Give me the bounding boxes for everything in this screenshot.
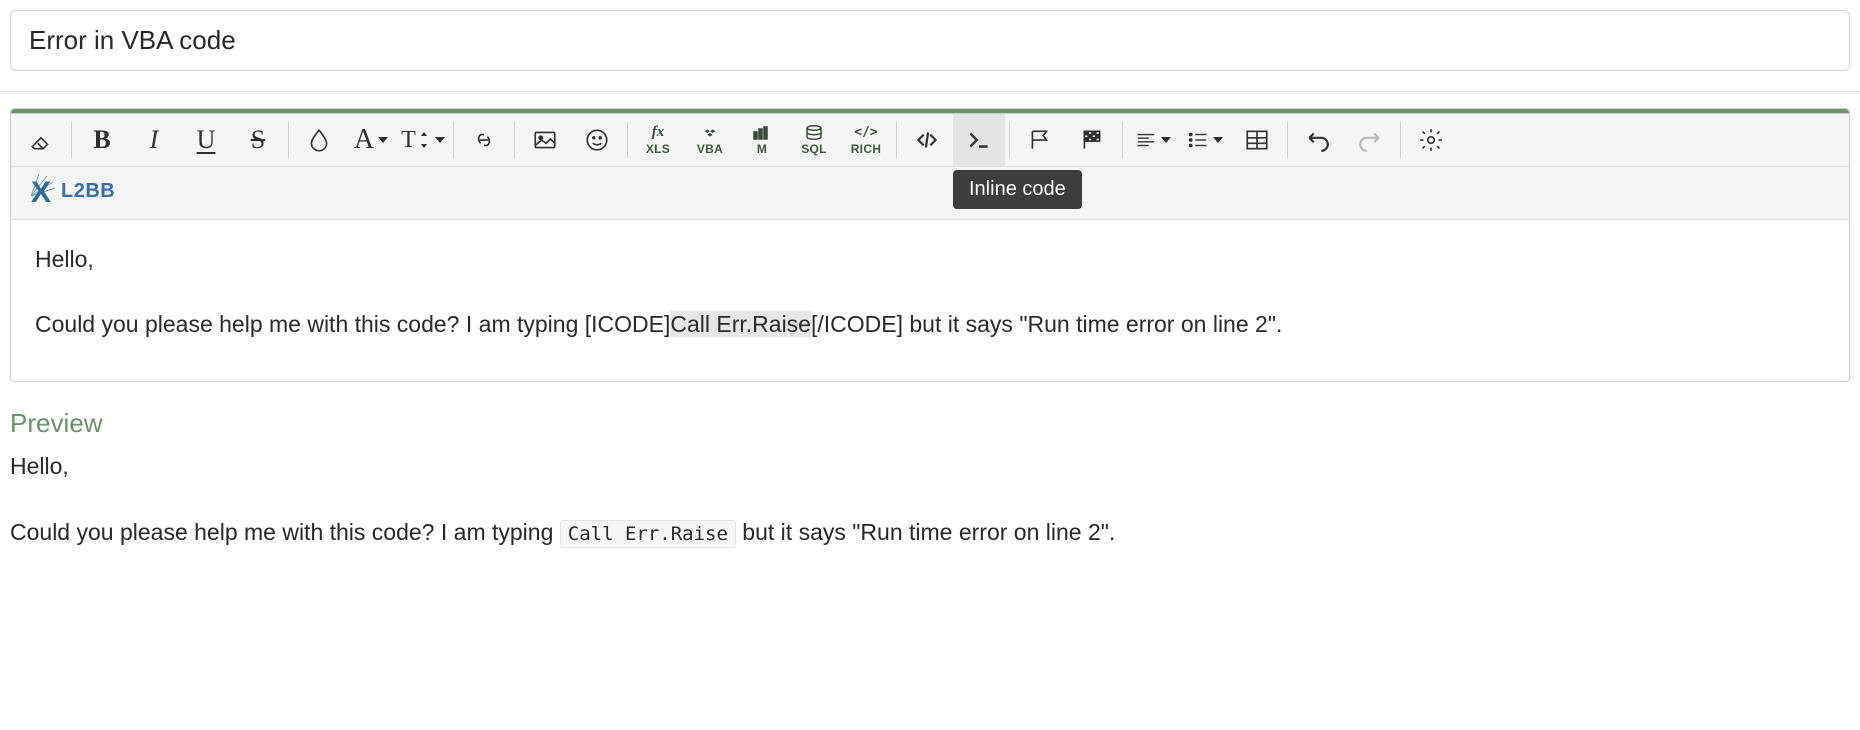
eraser-icon xyxy=(28,127,54,153)
preview-line: Could you please help me with this code?… xyxy=(10,515,1850,551)
chevron-down-icon xyxy=(1213,137,1223,143)
rich-text-editor: B I U S A T fx XLS xyxy=(10,108,1850,382)
list-button[interactable] xyxy=(1179,114,1231,166)
image-icon xyxy=(532,127,558,153)
bold-icon: B xyxy=(93,125,110,155)
remove-formatting-button[interactable] xyxy=(15,114,67,166)
toolbar-separator xyxy=(288,122,289,158)
inline-code-sample: Call Err.Raise xyxy=(560,520,736,548)
fx-icon: fx xyxy=(649,125,667,141)
toolbar-separator xyxy=(514,122,515,158)
underline-icon: U xyxy=(197,125,216,155)
bars-icon xyxy=(753,125,771,141)
alignment-button[interactable] xyxy=(1127,114,1179,166)
toolbar-separator xyxy=(1009,122,1010,158)
code-brackets-icon: </> xyxy=(857,125,875,141)
editor-toolbar: B I U S A T fx XLS xyxy=(11,114,1849,167)
font-size-button[interactable]: T xyxy=(397,114,449,166)
terminal-icon xyxy=(966,127,992,153)
checkered-flag-icon xyxy=(1079,127,1105,153)
selected-text: Call Err.Raise xyxy=(670,311,811,337)
tooltip: Inline code xyxy=(953,170,1082,209)
vba-format-button[interactable]: VBA xyxy=(684,114,736,166)
code-block-button[interactable] xyxy=(901,114,953,166)
database-icon xyxy=(805,125,823,141)
toolbar-separator xyxy=(627,122,628,158)
insert-image-button[interactable] xyxy=(519,114,571,166)
up-down-arrows-icon xyxy=(417,130,431,150)
gear-icon xyxy=(1418,127,1444,153)
chevron-down-icon xyxy=(378,137,388,143)
xl2bb-label: L2BB xyxy=(61,180,115,203)
m-format-button[interactable]: M xyxy=(736,114,788,166)
chevron-down-icon xyxy=(1161,137,1171,143)
align-left-icon xyxy=(1135,127,1157,153)
sql-format-button[interactable]: SQL xyxy=(788,114,840,166)
toolbar-separator xyxy=(71,122,72,158)
strikethrough-icon: S xyxy=(251,125,265,155)
droplet-icon xyxy=(306,127,332,153)
smile-icon xyxy=(584,127,610,153)
editor-line: Could you please help me with this code?… xyxy=(35,307,1825,342)
table-icon xyxy=(1244,127,1270,153)
cubes-icon xyxy=(701,125,719,141)
insert-table-button[interactable] xyxy=(1231,114,1283,166)
undo-icon xyxy=(1305,127,1331,153)
toolbar-separator xyxy=(453,122,454,158)
editor-textarea[interactable]: Hello, Could you please help me with thi… xyxy=(11,220,1849,381)
xl2bb-icon: X xyxy=(31,174,65,208)
insert-emoji-button[interactable] xyxy=(571,114,623,166)
bold-button[interactable]: B xyxy=(76,114,128,166)
toolbar-separator xyxy=(1400,122,1401,158)
redo-icon xyxy=(1357,127,1383,153)
font-size-icon: T xyxy=(401,127,416,154)
undo-button[interactable] xyxy=(1292,114,1344,166)
thread-title-input[interactable] xyxy=(10,10,1850,71)
list-icon xyxy=(1187,127,1209,153)
checkered-flag-button[interactable] xyxy=(1066,114,1118,166)
inline-code-button[interactable]: Inline code xyxy=(953,114,1005,166)
underline-button[interactable]: U xyxy=(180,114,232,166)
toolbar-separator xyxy=(1122,122,1123,158)
editor-toolbar-row-2: X L2BB xyxy=(11,167,1849,220)
preview-heading: Preview xyxy=(10,408,1850,439)
link-icon xyxy=(471,127,497,153)
toolbar-separator xyxy=(1287,122,1288,158)
settings-button[interactable] xyxy=(1405,114,1457,166)
preview-line: Hello, xyxy=(10,449,1850,485)
font-family-button[interactable]: A xyxy=(345,114,397,166)
italic-icon: I xyxy=(150,125,159,155)
rich-format-button[interactable]: </> RICH xyxy=(840,114,892,166)
flag-button[interactable] xyxy=(1014,114,1066,166)
flag-icon xyxy=(1027,127,1053,153)
xls-format-button[interactable]: fx XLS xyxy=(632,114,684,166)
insert-link-button[interactable] xyxy=(458,114,510,166)
font-icon: A xyxy=(354,124,374,156)
italic-button[interactable]: I xyxy=(128,114,180,166)
section-divider xyxy=(0,91,1860,92)
editor-line: Hello, xyxy=(35,242,1825,277)
chevron-down-icon xyxy=(435,137,445,143)
text-color-button[interactable] xyxy=(293,114,345,166)
preview-pane: Hello, Could you please help me with thi… xyxy=(10,449,1850,550)
strikethrough-button[interactable]: S xyxy=(232,114,284,166)
toolbar-separator xyxy=(896,122,897,158)
redo-button[interactable] xyxy=(1344,114,1396,166)
code-icon xyxy=(914,127,940,153)
xl2bb-button[interactable]: X L2BB xyxy=(11,167,129,219)
